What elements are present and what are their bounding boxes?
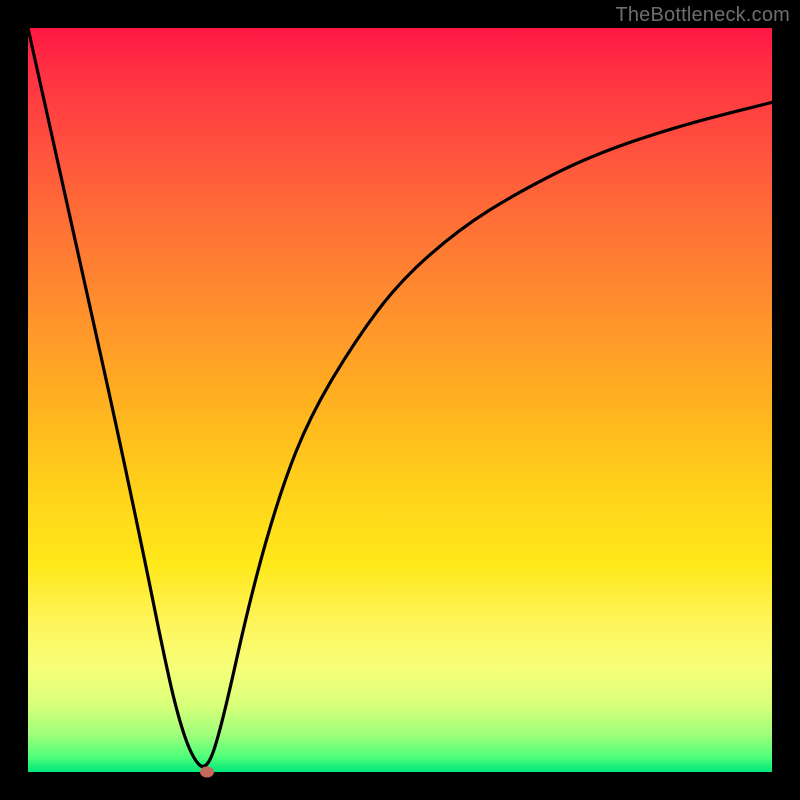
curve-svg [28,28,772,772]
plot-area [28,28,772,772]
bottleneck-curve [28,28,772,766]
minimum-marker [200,767,214,778]
watermark-text: TheBottleneck.com [615,4,790,27]
chart-frame: TheBottleneck.com [0,0,800,800]
